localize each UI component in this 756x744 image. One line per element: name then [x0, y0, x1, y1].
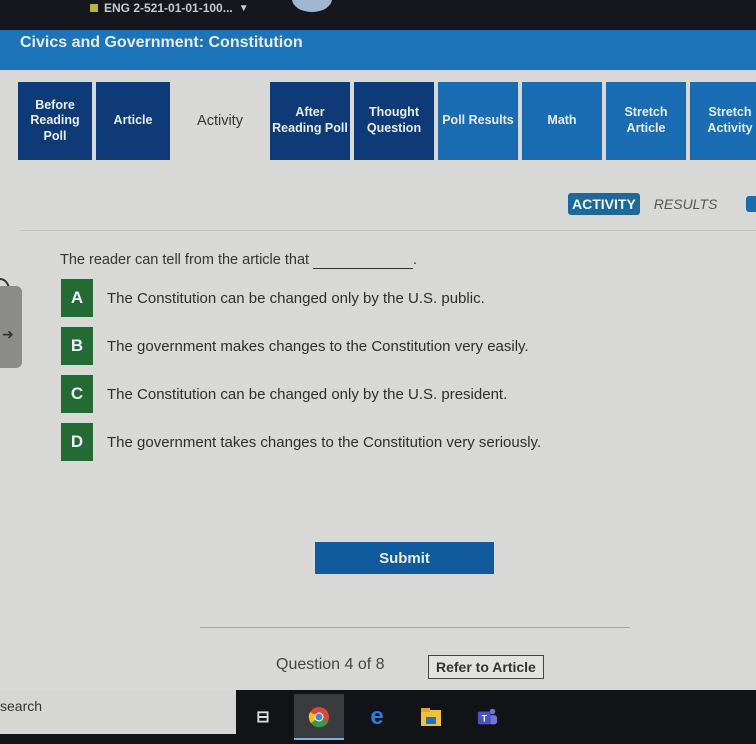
refer-to-article-button[interactable]: Refer to Article	[428, 655, 544, 679]
activity-toggle-button[interactable]: ACTIVITY	[568, 193, 640, 215]
lesson-tabs: Before Reading Poll Article Activity Aft…	[18, 82, 756, 160]
answer-option-a[interactable]: A The Constitution can be changed only b…	[61, 279, 485, 317]
svg-text:T: T	[481, 714, 487, 724]
question-prompt: The reader can tell from the article tha…	[60, 252, 417, 269]
task-view-icon[interactable]: ⊟	[252, 706, 274, 728]
tab-activity[interactable]: Activity	[174, 82, 266, 160]
tab-favicon-icon	[90, 4, 98, 12]
option-text[interactable]: The government makes changes to the Cons…	[107, 338, 529, 355]
question-counter: Question 4 of 8	[276, 656, 385, 673]
tab-before-reading-poll[interactable]: Before Reading Poll	[18, 82, 92, 160]
option-letter[interactable]: C	[61, 375, 93, 413]
teams-icon[interactable]: T	[476, 706, 498, 728]
browser-tab[interactable]: ENG 2-521-01-01-100... ▼	[90, 0, 249, 16]
answer-option-c[interactable]: C The Constitution can be changed only b…	[61, 375, 507, 413]
arrow-right-icon[interactable]: ➜	[2, 326, 14, 343]
divider	[200, 627, 630, 628]
view-toggle: ACTIVITY RESULTS	[568, 193, 717, 215]
browser-tab-title: ENG 2-521-01-01-100...	[104, 1, 233, 15]
results-toggle-button[interactable]: RESULTS	[654, 196, 718, 212]
tab-math[interactable]: Math	[522, 82, 602, 160]
edge-icon[interactable]: e	[366, 703, 388, 730]
page-title: Civics and Government: Constitution	[20, 34, 303, 51]
title-bar: Civics and Government: Constitution	[0, 30, 756, 70]
option-letter[interactable]: D	[61, 423, 93, 461]
option-text[interactable]: The Constitution can be changed only by …	[107, 290, 485, 307]
option-letter[interactable]: A	[61, 279, 93, 317]
search-placeholder: search	[0, 698, 43, 714]
option-text[interactable]: The Constitution can be changed only by …	[107, 386, 507, 403]
tab-thought-question[interactable]: Thought Question	[354, 82, 434, 160]
option-letter[interactable]: B	[61, 327, 93, 365]
question-end: .	[413, 252, 418, 268]
option-text[interactable]: The government takes changes to the Cons…	[107, 434, 541, 451]
submit-button[interactable]: Submit	[315, 542, 494, 574]
tool-icon[interactable]	[746, 196, 756, 212]
chrome-icon[interactable]	[308, 706, 330, 728]
answer-blank	[313, 252, 414, 269]
tab-poll-results[interactable]: Poll Results	[438, 82, 518, 160]
tab-article[interactable]: Article	[96, 82, 170, 160]
taskbar-search-input[interactable]: search	[0, 690, 236, 734]
tab-after-reading-poll[interactable]: After Reading Poll	[270, 82, 350, 160]
divider	[20, 230, 756, 231]
answer-option-d[interactable]: D The government takes changes to the Co…	[61, 423, 541, 461]
tab-stretch-activity[interactable]: Stretch Activity	[690, 82, 756, 160]
active-app-indicator	[294, 738, 344, 740]
tab-stretch-article[interactable]: Stretch Article	[606, 82, 686, 160]
answer-option-b[interactable]: B The government makes changes to the Co…	[61, 327, 529, 365]
file-explorer-icon[interactable]	[420, 706, 442, 728]
chevron-down-icon[interactable]: ▼	[239, 3, 249, 14]
question-text: The reader can tell from the article tha…	[60, 252, 310, 268]
